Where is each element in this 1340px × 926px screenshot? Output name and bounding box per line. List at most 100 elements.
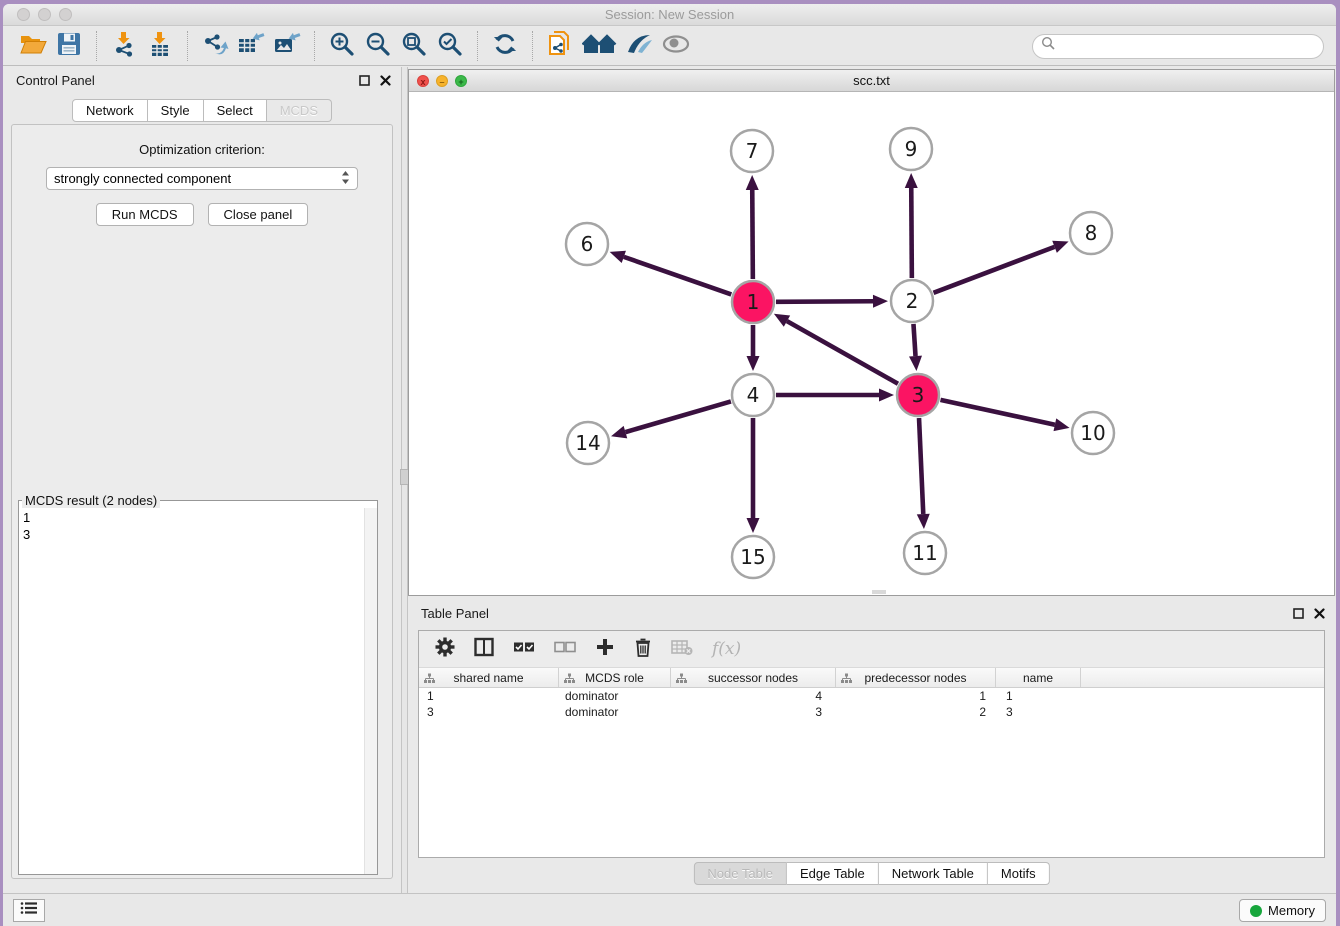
add-column-button[interactable] — [595, 637, 615, 662]
mcds-result-list[interactable]: 1 3 — [19, 508, 364, 874]
toggle-panel-button[interactable] — [474, 637, 494, 662]
toolbar-separator — [314, 31, 315, 61]
zoom-fit-button[interactable] — [396, 30, 432, 62]
cell-shared-name[interactable]: 3 — [419, 704, 559, 720]
cell-name[interactable]: 1 — [996, 688, 1081, 704]
zoom-selected-button[interactable] — [432, 30, 468, 62]
graph-edge-4-14[interactable] — [625, 401, 730, 432]
cell-successor-nodes[interactable]: 4 — [671, 688, 836, 704]
apply-layout-button[interactable] — [487, 30, 523, 62]
plus-icon — [595, 637, 615, 662]
cell-successor-nodes[interactable]: 3 — [671, 704, 836, 720]
columns-icon — [474, 637, 494, 662]
show-panels-button[interactable] — [13, 899, 45, 922]
result-scrollbar[interactable] — [364, 508, 377, 874]
export-table-icon — [237, 31, 265, 62]
tab-motifs[interactable]: Motifs — [988, 862, 1050, 885]
graph-edge-arrowhead — [917, 514, 930, 529]
export-table-button[interactable] — [233, 30, 269, 62]
select-all-button[interactable] — [513, 640, 535, 659]
tab-mcds[interactable]: MCDS — [267, 99, 332, 122]
tab-style[interactable]: Style — [148, 99, 204, 122]
search-field[interactable] — [1032, 34, 1324, 59]
criterion-select[interactable]: strongly connected component — [46, 167, 358, 190]
graph-edge-arrowhead — [1054, 418, 1070, 431]
zoom-in-button[interactable] — [324, 30, 360, 62]
zoom-fit-icon — [401, 31, 427, 62]
graph-edge-2-9[interactable] — [911, 188, 912, 278]
apply-style-button[interactable] — [622, 30, 658, 62]
run-mcds-button[interactable]: Run MCDS — [96, 203, 194, 226]
close-table-panel-icon[interactable] — [1314, 606, 1325, 624]
network-view[interactable]: 7968124314101511 — [409, 93, 1334, 595]
graph-edge-3-11[interactable] — [919, 418, 923, 514]
import-table-button[interactable] — [142, 30, 178, 62]
delete-column-button[interactable] — [634, 637, 652, 662]
save-session-button[interactable] — [51, 30, 87, 62]
memory-button[interactable]: Memory — [1239, 899, 1326, 922]
show-hide-button[interactable] — [658, 30, 694, 62]
tab-network[interactable]: Network — [72, 99, 148, 122]
column-header-name[interactable]: name — [996, 668, 1081, 687]
cell-mcds-role[interactable]: dominator — [559, 704, 671, 720]
memory-label: Memory — [1268, 903, 1315, 918]
tab-network-table[interactable]: Network Table — [879, 862, 988, 885]
graph-edge-2-3[interactable] — [913, 324, 915, 356]
network-resize-grip[interactable] — [872, 590, 886, 594]
export-image-button[interactable] — [269, 30, 305, 62]
unchecked-boxes-icon — [554, 640, 576, 659]
graph-node-label: 15 — [740, 545, 765, 569]
float-panel-icon[interactable] — [359, 73, 370, 91]
tab-edge-table[interactable]: Edge Table — [787, 862, 879, 885]
open-file-button[interactable] — [15, 30, 51, 62]
import-network-button[interactable] — [106, 30, 142, 62]
graph-edge-1-7[interactable] — [752, 190, 753, 279]
first-neighbors-button[interactable] — [578, 30, 622, 62]
tab-select[interactable]: Select — [204, 99, 267, 122]
graph-edge-arrowhead — [746, 175, 759, 190]
memory-status-icon — [1250, 905, 1262, 917]
toolbar-separator — [96, 31, 97, 61]
trash-icon — [634, 637, 652, 662]
table-row[interactable]: 1 dominator 4 1 1 — [419, 688, 1324, 704]
copy-network-button[interactable] — [542, 30, 578, 62]
cell-predecessor-nodes[interactable]: 1 — [836, 688, 996, 704]
vertical-splitter[interactable] — [401, 67, 408, 893]
column-header-predecessor-nodes[interactable]: predecessor nodes — [836, 668, 996, 687]
graph-edge-3-10[interactable] — [940, 400, 1054, 425]
table-row[interactable]: 3 dominator 3 2 3 — [419, 704, 1324, 720]
mcds-result-item[interactable]: 1 — [23, 509, 364, 526]
table-settings-button[interactable] — [435, 637, 455, 662]
network-window: x – + scc.txt 7968124314101511 — [408, 69, 1335, 596]
delete-table-button[interactable] — [671, 638, 693, 661]
cell-name[interactable]: 3 — [996, 704, 1081, 720]
table-panel-title: Table Panel — [421, 606, 489, 621]
network-canvas[interactable]: 7968124314101511 — [409, 93, 1334, 595]
close-panel-button[interactable]: Close panel — [208, 203, 309, 226]
graph-node-label: 10 — [1080, 421, 1105, 445]
table-panel-header: Table Panel — [408, 600, 1335, 626]
list-icon — [20, 901, 38, 920]
zoom-out-button[interactable] — [360, 30, 396, 62]
column-header-mcds-role[interactable]: MCDS role — [559, 668, 671, 687]
tab-node-table[interactable]: Node Table — [693, 862, 787, 885]
graph-edge-3-1[interactable] — [787, 321, 898, 384]
float-table-panel-icon[interactable] — [1293, 606, 1304, 624]
graph-edge-2-8[interactable] — [934, 247, 1055, 293]
deselect-all-button[interactable] — [554, 640, 576, 659]
cell-mcds-role[interactable]: dominator — [559, 688, 671, 704]
graph-edge-1-6[interactable] — [624, 257, 731, 295]
graph-edge-1-2[interactable] — [776, 301, 873, 302]
close-panel-icon[interactable] — [380, 73, 391, 91]
open-folder-icon — [19, 32, 47, 61]
cell-predecessor-nodes[interactable]: 2 — [836, 704, 996, 720]
cell-shared-name[interactable]: 1 — [419, 688, 559, 704]
function-builder-button[interactable]: f(x) — [712, 639, 741, 659]
toolbar-separator — [187, 31, 188, 61]
search-input[interactable] — [1060, 36, 1323, 56]
column-header-successor-nodes[interactable]: successor nodes — [671, 668, 836, 687]
graph-edge-arrowhead — [873, 295, 888, 308]
export-network-button[interactable] — [197, 30, 233, 62]
column-header-shared-name[interactable]: shared name — [419, 668, 559, 687]
mcds-result-item[interactable]: 3 — [23, 526, 364, 543]
